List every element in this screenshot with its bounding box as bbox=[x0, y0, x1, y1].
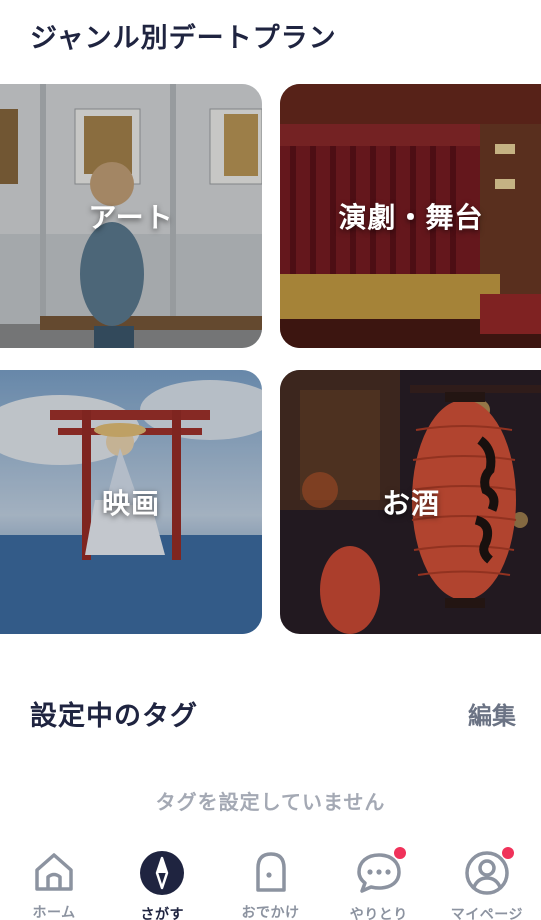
tab-search-label: さがす bbox=[140, 907, 185, 920]
genre-card-art[interactable]: アート bbox=[0, 84, 262, 348]
art-card-label: アート bbox=[88, 201, 174, 234]
tab-search[interactable]: さがす bbox=[108, 838, 216, 920]
tags-header: 設定中のタグ 編集 bbox=[30, 694, 516, 733]
home-icon bbox=[31, 850, 77, 894]
tab-mypage-label: マイページ bbox=[450, 907, 524, 920]
genre-grid: アート 演劇・舞台 映画 お酒 bbox=[0, 84, 541, 636]
tab-messages[interactable]: やりとり bbox=[325, 838, 433, 920]
bottom-tab-bar: ホーム さがす おでかけ やりとり マイページ bbox=[0, 838, 541, 920]
tags-empty-message: タグを設定していません bbox=[155, 790, 386, 814]
genre-card-theater[interactable]: 演劇・舞台 bbox=[280, 84, 541, 348]
tags-edit-button[interactable]: 編集 bbox=[468, 696, 516, 731]
genre-card-movie[interactable]: 映画 bbox=[0, 370, 262, 634]
chat-icon bbox=[356, 847, 406, 896]
sake-card-label: お酒 bbox=[381, 487, 440, 520]
movie-card-label: 映画 bbox=[101, 487, 160, 520]
mypage-badge-dot bbox=[501, 847, 514, 859]
tab-messages-label: やりとり bbox=[349, 907, 408, 920]
theater-card-label: 演劇・舞台 bbox=[338, 201, 484, 234]
messages-badge-dot bbox=[393, 847, 406, 859]
tab-mypage[interactable]: マイページ bbox=[433, 838, 541, 920]
compass-icon bbox=[139, 850, 185, 896]
tags-section-title: 設定中のタグ bbox=[30, 701, 198, 732]
user-icon bbox=[464, 847, 514, 896]
tab-outing-label: おでかけ bbox=[241, 905, 300, 920]
ticket-icon bbox=[248, 850, 294, 894]
tab-home-label: ホーム bbox=[32, 905, 76, 920]
genre-card-sake[interactable]: お酒 bbox=[280, 370, 541, 634]
tab-home[interactable]: ホーム bbox=[0, 838, 108, 920]
tab-outing[interactable]: おでかけ bbox=[216, 838, 324, 920]
genre-section-title: ジャンル別デートプラン bbox=[30, 23, 337, 54]
